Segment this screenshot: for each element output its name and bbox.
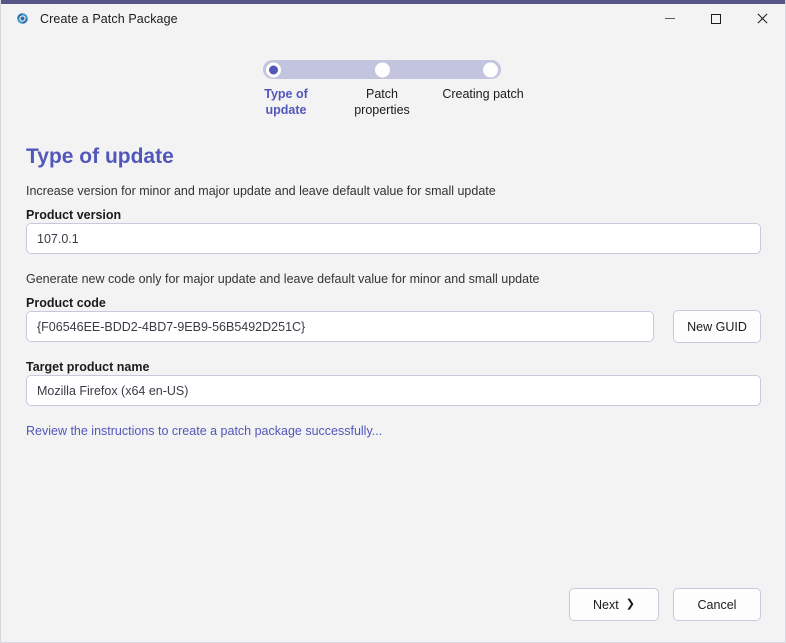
minimize-button[interactable]: [647, 4, 693, 33]
maximize-icon: [711, 13, 721, 24]
patch-package-icon: [13, 10, 31, 28]
dialog-content: Type of update Patch properties Creating…: [1, 33, 785, 642]
new-guid-button[interactable]: New GUID: [673, 310, 761, 343]
window-controls: [647, 4, 785, 33]
stepper-track: [263, 60, 501, 79]
step-label-line1: Creating patch: [442, 87, 524, 101]
window-title: Create a Patch Package: [40, 11, 178, 26]
cancel-button-label: Cancel: [697, 597, 737, 612]
stepper-dot-2[interactable]: [374, 62, 390, 77]
step-label-line2: properties: [354, 103, 410, 117]
cancel-button[interactable]: Cancel: [673, 588, 761, 621]
label-product-code: Product code: [26, 296, 106, 310]
step-label-creating-patch: Creating patch: [408, 86, 558, 102]
title-bar: Create a Patch Package: [1, 4, 785, 33]
stepper-labels: Type of update Patch properties Creating…: [203, 86, 561, 126]
target-product-name-input[interactable]: [26, 375, 761, 406]
close-button[interactable]: [739, 4, 785, 33]
next-button-label: Next: [593, 597, 619, 612]
wizard-stepper: Type of update Patch properties Creating…: [263, 60, 524, 117]
step-label-line1: Type of: [264, 87, 308, 101]
label-product-version: Product version: [26, 208, 122, 222]
minimize-icon: [665, 18, 675, 19]
chevron-right-icon: ❯: [625, 598, 635, 610]
product-version-input[interactable]: [26, 223, 761, 254]
patch-package-window: Create a Patch Package Type of update Pa…: [0, 0, 786, 643]
product-code-input[interactable]: [26, 311, 654, 342]
label-target-product-name: Target product name: [26, 360, 150, 374]
helper-text-code: Generate new code only for major update …: [26, 272, 540, 286]
instructions-link[interactable]: Review the instructions to create a patc…: [26, 424, 382, 438]
next-button[interactable]: Next ❯: [569, 588, 659, 621]
step-label-line2: update: [265, 103, 307, 117]
maximize-button[interactable]: [693, 4, 739, 33]
helper-text-version: Increase version for minor and major upd…: [26, 184, 496, 198]
stepper-dot-3[interactable]: [483, 62, 498, 77]
stepper-dot-1[interactable]: [266, 62, 281, 77]
step-label-type-of-update: Type of update: [231, 86, 341, 118]
close-icon: [757, 13, 768, 24]
page-title: Type of update: [26, 145, 174, 168]
